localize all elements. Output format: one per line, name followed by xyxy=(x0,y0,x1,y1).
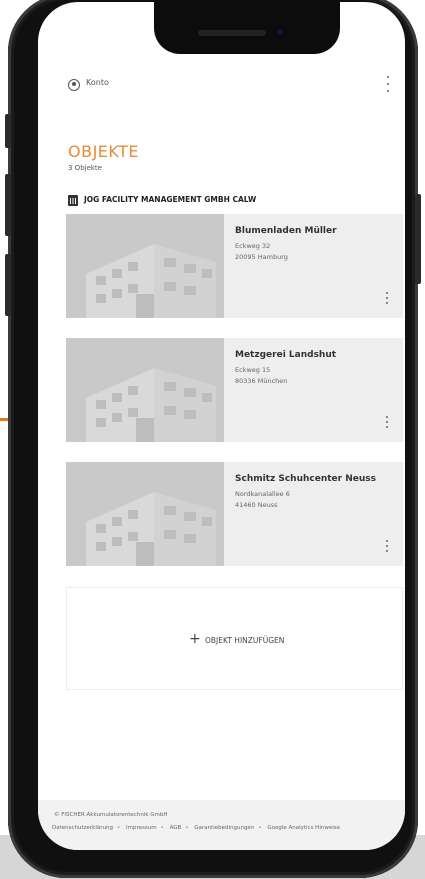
privacy-link[interactable]: Datenschutzerklärung xyxy=(52,825,113,831)
object-street: Eckweg 15 xyxy=(235,366,271,374)
object-name[interactable]: Metzgerei Landshut xyxy=(235,350,336,360)
object-count: 3 Objekte xyxy=(68,164,102,172)
mute-switch xyxy=(5,114,11,148)
account-icon[interactable] xyxy=(68,79,80,91)
building-icon xyxy=(68,195,78,206)
add-object-label: OBJEKT HINZUFÜGEN xyxy=(205,636,285,645)
front-camera xyxy=(274,26,286,38)
volume-down-button xyxy=(5,254,11,316)
object-card[interactable]: Schmitz Schuhcenter Neuss Nordkanalallee… xyxy=(66,462,403,566)
card-menu-icon[interactable] xyxy=(385,540,389,552)
object-street: Nordkanalallee 6 xyxy=(235,490,290,498)
footer-links: Datenschutzerklärung • Impressum • AGB • Ga… xyxy=(52,825,344,831)
more-menu-icon[interactable] xyxy=(385,76,391,92)
analytics-link[interactable]: Google Analytics Hinweise xyxy=(267,825,340,831)
building-placeholder-image xyxy=(66,462,224,566)
object-name[interactable]: Blumenladen Müller xyxy=(235,226,337,236)
building-placeholder-image xyxy=(66,338,224,442)
account-link[interactable]: Konto xyxy=(86,78,109,87)
top-bar: Konto xyxy=(38,72,405,100)
power-button xyxy=(415,194,421,284)
company-name: JOG FACILITY MANAGEMENT GMBH CALW xyxy=(84,195,257,204)
warranty-link[interactable]: Garantiebedingungen xyxy=(194,825,254,831)
object-street: Eckweg 32 xyxy=(235,242,271,250)
footer-separator: • xyxy=(185,825,189,831)
volume-up-button xyxy=(5,174,11,236)
footer-separator: • xyxy=(117,825,121,831)
card-menu-icon[interactable] xyxy=(385,416,389,428)
building-placeholder-image xyxy=(66,214,224,318)
object-card[interactable]: Metzgerei Landshut Eckweg 15 80336 Münch… xyxy=(66,338,403,442)
footer: © FISCHER Akkumulatorentechnik GmbH Date… xyxy=(38,800,405,850)
add-object-button[interactable]: + OBJEKT HINZUFÜGEN xyxy=(66,587,403,690)
imprint-link[interactable]: Impressum xyxy=(126,825,157,831)
footer-copyright: © FISCHER Akkumulatorentechnik GmbH xyxy=(54,812,168,818)
footer-separator: • xyxy=(160,825,164,831)
app-screen: Konto OBJEKTE 3 Objekte JOG FACILITY MAN… xyxy=(38,2,405,850)
object-city: 20095 Hamburg xyxy=(235,253,288,261)
notch xyxy=(154,0,340,54)
phone-frame: Konto OBJEKTE 3 Objekte JOG FACILITY MAN… xyxy=(5,0,421,878)
object-name[interactable]: Schmitz Schuhcenter Neuss xyxy=(235,474,376,484)
speaker xyxy=(198,30,266,36)
object-city: 41460 Neuss xyxy=(235,501,278,509)
footer-separator: • xyxy=(258,825,262,831)
card-menu-icon[interactable] xyxy=(385,292,389,304)
object-card[interactable]: Blumenladen Müller Eckweg 32 20095 Hambu… xyxy=(66,214,403,318)
object-city: 80336 München xyxy=(235,377,288,385)
plus-icon: + xyxy=(189,631,201,647)
terms-link[interactable]: AGB xyxy=(170,825,182,831)
page-title: OBJEKTE xyxy=(68,142,140,161)
